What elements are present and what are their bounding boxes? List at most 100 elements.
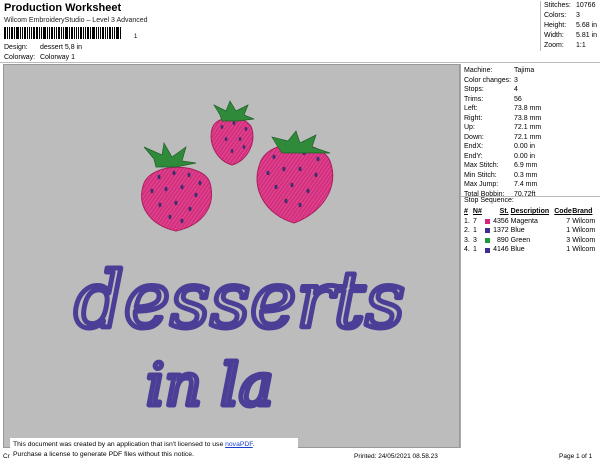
thread-description: Magenta bbox=[510, 217, 538, 225]
barcode-bar bbox=[100, 27, 101, 39]
barcode-bar bbox=[31, 27, 32, 39]
barcode-suffix: 1 bbox=[134, 34, 138, 40]
barcode-bar bbox=[11, 27, 13, 39]
col-header: Description bbox=[510, 208, 550, 215]
stitch-count: 1372 bbox=[493, 227, 509, 235]
machine-label: Max Jump: bbox=[464, 181, 499, 188]
barcode-bar bbox=[74, 27, 75, 39]
machine-row: Color changes: 3 bbox=[464, 76, 518, 85]
notice-line1: This document was created by an applicat… bbox=[13, 440, 296, 450]
barcode-bar bbox=[107, 27, 108, 39]
stat-label: Width: bbox=[544, 32, 564, 39]
barcode-bar bbox=[29, 27, 30, 39]
barcode-bar bbox=[85, 27, 86, 39]
stat-value: 5.68 in bbox=[576, 22, 598, 29]
strawberry-top bbox=[210, 100, 255, 166]
software-subtitle: Wilcom EmbroideryStudio – Level 3 Advanc… bbox=[4, 17, 148, 24]
stat-value: 3 bbox=[576, 12, 580, 19]
needle-number: 3 bbox=[472, 236, 477, 244]
barcode-bar bbox=[102, 27, 104, 39]
machine-row: Min Stitch: 0.3 mm bbox=[464, 171, 537, 180]
machine-row: Max Jump: 7.4 mm bbox=[464, 180, 537, 189]
barcode-bar bbox=[4, 27, 6, 39]
stat-value: 5.81 in bbox=[576, 32, 598, 39]
design-text-line2: in la bbox=[146, 351, 273, 419]
barcode-bar bbox=[63, 27, 64, 39]
needle-number: 7 bbox=[472, 217, 477, 225]
machine-row: Stops: 4 bbox=[464, 85, 518, 94]
barcode-bar bbox=[71, 27, 73, 39]
barcode-bar bbox=[43, 27, 46, 39]
barcode-bar bbox=[87, 27, 89, 39]
header-divider bbox=[0, 62, 600, 63]
design-label: Design: bbox=[4, 44, 28, 51]
machine-row: EndX: 0.00 in bbox=[464, 142, 535, 151]
machine-row: Trims: 56 bbox=[464, 95, 522, 104]
machine-label: Right: bbox=[464, 114, 483, 122]
thread-code: 7 bbox=[566, 217, 571, 225]
row-number: 1. bbox=[464, 217, 470, 225]
barcode-bar bbox=[80, 27, 82, 39]
col-header: St. bbox=[499, 208, 509, 215]
stitch-cell: 4146 bbox=[484, 245, 511, 255]
stop-sequence-title: Stop Sequence: bbox=[464, 197, 514, 204]
machine-label: Up: bbox=[464, 124, 475, 131]
design-canvas: desserts in la bbox=[3, 64, 460, 448]
thread-code: 1 bbox=[566, 246, 571, 254]
barcode-bar bbox=[7, 27, 8, 39]
stat-row: Width: 5.81 in bbox=[544, 31, 600, 41]
strawberry-left bbox=[141, 141, 212, 232]
notice-text: This document was created by an applicat… bbox=[13, 441, 226, 448]
notice-period: . bbox=[252, 441, 255, 448]
barcode-bar bbox=[61, 27, 62, 39]
barcode-bar bbox=[27, 27, 28, 39]
thread-description: Blue bbox=[510, 227, 525, 235]
machine-row: Down: 72.1 mm bbox=[464, 133, 541, 142]
barcode-bar bbox=[14, 27, 15, 39]
machine-label: Trims: bbox=[464, 95, 484, 103]
thread-brand: Wilcom bbox=[572, 217, 596, 225]
row-number: 2. bbox=[464, 227, 470, 235]
barcode-bar bbox=[120, 27, 121, 39]
barcode-bar bbox=[109, 27, 111, 39]
barcode-bar bbox=[112, 27, 113, 39]
barcode-bar bbox=[9, 27, 10, 39]
color-swatch bbox=[484, 247, 490, 253]
machine-value: 70.72ft bbox=[514, 190, 536, 198]
machine-value: 56 bbox=[514, 95, 522, 103]
thread-description: Blue bbox=[510, 246, 525, 254]
machine-value: 3 bbox=[514, 76, 518, 84]
machine-row: Left: 73.8 mm bbox=[464, 104, 541, 113]
stats-box: Stitches: 10766 Colors: 3 Height: 5.68 in W… bbox=[540, 1, 600, 51]
machine-value: 6.9 mm bbox=[514, 162, 538, 169]
row-number: 3. bbox=[464, 236, 470, 244]
machine-value: 7.4 mm bbox=[514, 181, 538, 188]
machine-value: 0.00 in bbox=[514, 143, 536, 150]
stitch-count: 890 bbox=[496, 236, 509, 244]
machine-label: Machine: bbox=[464, 67, 493, 74]
embroidery-design: desserts in la bbox=[72, 100, 407, 422]
stat-row: Zoom: 1:1 bbox=[544, 41, 600, 51]
machine-value: 73.8 mm bbox=[514, 114, 542, 122]
table-header: # N# St. Description Code Brand bbox=[464, 207, 600, 217]
machine-label: Stops: bbox=[464, 86, 484, 93]
colorway-label: Colorway: bbox=[4, 54, 36, 61]
machine-label: Down: bbox=[464, 133, 484, 141]
col-header: N# bbox=[472, 208, 482, 215]
table-row: 2. 1 1372 Blue 1 Wilcom bbox=[464, 226, 600, 236]
col-header: Brand bbox=[572, 208, 593, 215]
thread-brand: Wilcom bbox=[572, 236, 596, 244]
stat-value: 10766 bbox=[576, 2, 596, 9]
stitch-cell: 1372 bbox=[484, 226, 511, 236]
table-row: 1. 7 4356 Magenta 7 Wilcom bbox=[464, 217, 600, 227]
stat-label: Zoom: bbox=[544, 42, 564, 49]
novapdf-link[interactable]: novaPDF bbox=[225, 441, 253, 448]
barcode-bar bbox=[83, 27, 84, 39]
machine-value: 4 bbox=[514, 86, 518, 93]
machine-row: EndY: 0.00 in bbox=[464, 152, 535, 161]
barcode-bar bbox=[76, 27, 77, 39]
barcode-bar bbox=[78, 27, 79, 39]
machine-label: EndX: bbox=[464, 143, 484, 150]
stitch-count: 4356 bbox=[493, 217, 509, 225]
barcode-bar bbox=[92, 27, 95, 39]
